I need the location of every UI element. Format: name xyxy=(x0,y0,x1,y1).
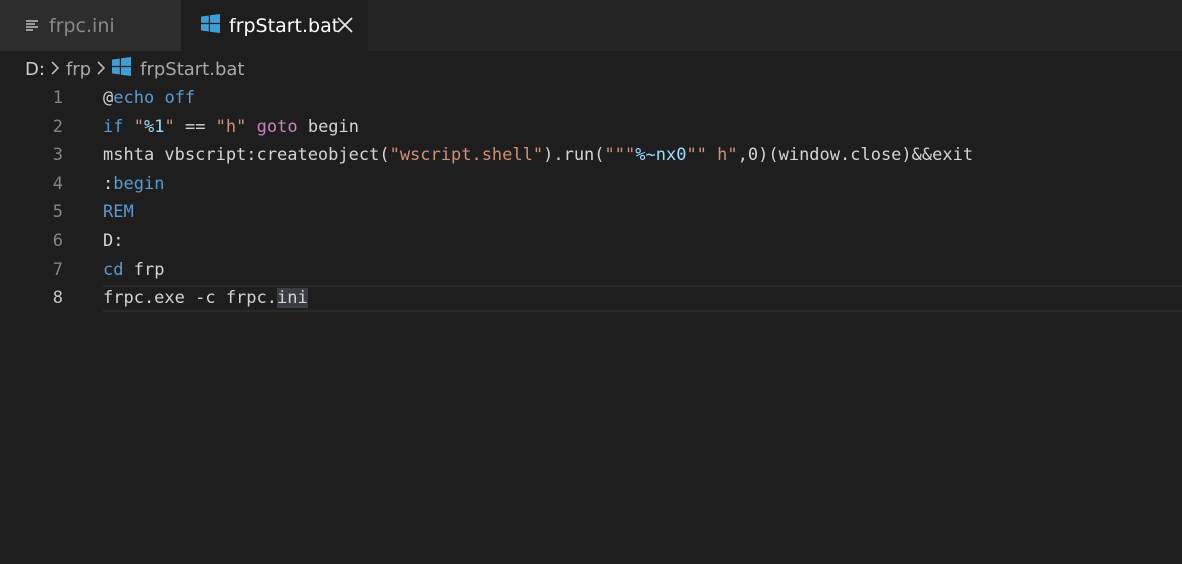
code-token: frp xyxy=(123,259,165,280)
code-text: frpc.exe -c frpc.ini xyxy=(103,284,308,312)
code-token: " xyxy=(133,116,144,137)
windows-icon xyxy=(112,57,132,81)
code-text: cd frp xyxy=(103,256,164,284)
code-token: """ xyxy=(604,145,636,166)
code-token: == xyxy=(174,116,216,137)
code-token: " xyxy=(727,145,738,166)
code-token: " xyxy=(164,116,175,137)
code-line[interactable]: 6 D: xyxy=(0,227,1182,255)
code-text: if "%1" == "h" goto begin xyxy=(103,113,359,141)
breadcrumb-folder-frp[interactable]: frp xyxy=(66,59,91,80)
breadcrumb: D: frp frpStart.bat xyxy=(25,57,244,81)
code-line[interactable]: 4:begin xyxy=(0,170,1182,198)
code-token: @ xyxy=(103,88,114,108)
chevron-right-icon xyxy=(51,59,60,80)
breadcrumb-file[interactable]: frpStart.bat xyxy=(140,59,244,80)
code-text: REM xyxy=(103,198,134,226)
code-text: @echo off xyxy=(103,84,195,112)
tab-frpstart-bat[interactable]: frpStart.bat xyxy=(181,0,368,51)
code-token: goto xyxy=(256,116,298,137)
tab-label: frpc.ini xyxy=(49,14,115,37)
selection-highlight: ini xyxy=(277,288,308,309)
code-text: :begin xyxy=(103,170,164,198)
code-token: : xyxy=(103,173,114,194)
code-token: "h" xyxy=(215,116,247,137)
code-token: ).run( xyxy=(543,145,605,166)
code-token: echo xyxy=(113,88,155,108)
code-line[interactable]: 8 frpc.exe -c frpc.ini xyxy=(0,284,1182,313)
code-editor[interactable]: 1 @echo off 2 if "%1" == "h" goto begin 3 msh… xyxy=(0,84,1182,564)
code-token: mshta vbscript:createobject( xyxy=(103,145,390,166)
line-number: 7 xyxy=(52,259,63,280)
tab-label: frpStart.bat xyxy=(229,14,340,37)
line-number: 3 xyxy=(52,145,63,166)
breadcrumb-drive[interactable]: D: xyxy=(25,59,45,80)
code-line[interactable]: 5 REM xyxy=(0,198,1182,226)
code-token: begin xyxy=(113,173,165,194)
code-line[interactable]: 3 mshta vbscript:createobject("wscript.sh… xyxy=(0,141,1182,169)
code-token: "wscript.shell" xyxy=(389,145,544,166)
code-token: frpc.exe -c frpc. xyxy=(103,288,277,309)
tab-frpc-ini[interactable]: frpc.ini xyxy=(0,0,181,51)
windows-icon xyxy=(201,13,220,38)
code-token: begin xyxy=(297,116,360,137)
line-number: 2 xyxy=(52,116,63,137)
line-number: 6 xyxy=(52,231,63,251)
code-line[interactable]: 2 if "%1" == "h" goto begin xyxy=(0,113,1182,141)
line-number: 1 xyxy=(52,88,63,108)
line-number: 8 xyxy=(52,288,63,309)
lines-icon xyxy=(26,19,39,32)
code-token: %~nx0 xyxy=(635,145,687,166)
code-token: %1 xyxy=(143,116,165,137)
code-token: "" xyxy=(686,145,707,166)
code-token: D: xyxy=(103,231,124,251)
close-icon[interactable] xyxy=(335,15,355,35)
code-token: cd xyxy=(103,259,124,280)
code-token: off xyxy=(164,88,196,108)
chevron-right-icon xyxy=(97,59,106,80)
code-line[interactable]: 7 cd frp xyxy=(0,256,1182,284)
line-number: 5 xyxy=(52,202,63,223)
code-token: ,0)(window.close)&&exit xyxy=(737,145,974,166)
code-token: h xyxy=(706,145,728,166)
line-number: 4 xyxy=(52,173,63,194)
code-text: D: xyxy=(103,227,123,255)
code-line[interactable]: 1 @echo off xyxy=(0,84,1182,112)
code-text: mshta vbscript:createobject("wscript.she… xyxy=(103,141,973,169)
tab-bar: frpc.ini frpStart.bat xyxy=(0,0,1182,51)
code-token: REM xyxy=(103,202,134,223)
code-token: if xyxy=(103,116,124,137)
